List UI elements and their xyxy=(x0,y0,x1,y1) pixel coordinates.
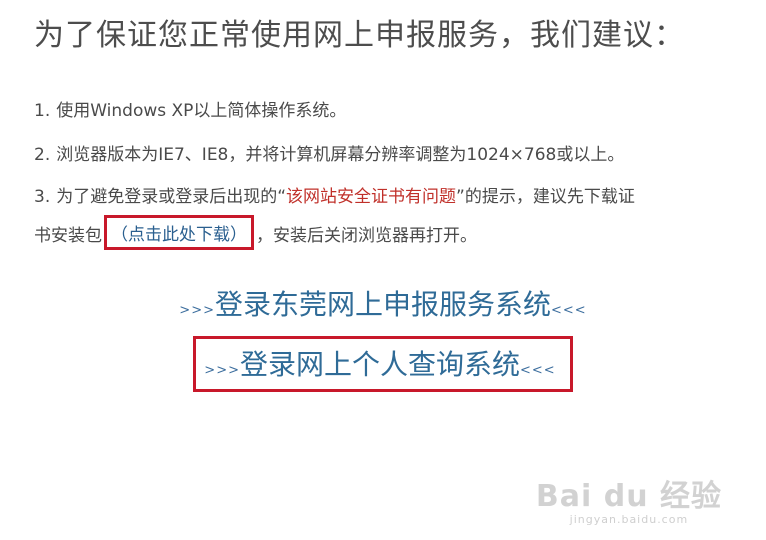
watermark-logo: Bai du 经验 xyxy=(535,479,722,514)
arrow-right-decoration: <<< xyxy=(520,363,556,378)
item-text: 浏览器版本为IE7、IE8，并将计算机屏幕分辨率调整为1024×768或以上。 xyxy=(56,145,625,165)
personal-query-system-link-label: 登录网上个人查询系统 xyxy=(239,348,520,381)
item-number: 2. xyxy=(34,145,51,165)
item-text: 书安装包 xyxy=(34,226,102,246)
instruction-item-3-line2: 书安装包 （点击此处下载） ，安装后关闭浏览器再打开。 xyxy=(34,215,477,251)
personal-query-link-row: >>>登录网上个人查询系统<<< xyxy=(0,336,766,392)
declaration-system-link[interactable]: >>>登录东莞网上申报服务系统<<< xyxy=(179,288,587,321)
item-text: 为了避免登录或登录后出现的 xyxy=(56,187,278,207)
quote-open: “ xyxy=(277,187,287,207)
quote-close: ” xyxy=(456,187,465,207)
arrow-right-decoration: <<< xyxy=(551,303,587,318)
instruction-item-3: 3. 为了避免登录或登录后出现的“该网站安全证书有问题”的提示，建议先下载证 xyxy=(34,182,635,207)
declaration-system-link-row: >>>登录东莞网上申报服务系统<<< xyxy=(0,283,766,323)
certificate-download-link[interactable]: （点击此处下载） xyxy=(104,215,254,250)
arrow-left-decoration: >>> xyxy=(204,363,240,378)
item-number: 1. xyxy=(34,101,51,121)
arrow-left-decoration: >>> xyxy=(179,303,215,318)
baidu-jingyan-watermark: Bai du 经验 jingyan.baidu.com xyxy=(536,471,722,526)
declaration-system-link-label: 登录东莞网上申报服务系统 xyxy=(214,288,551,321)
item-number: 3. xyxy=(34,187,51,207)
personal-query-system-link[interactable]: >>>登录网上个人查询系统<<< xyxy=(193,336,573,392)
instruction-item-2: 2. 浏览器版本为IE7、IE8，并将计算机屏幕分辨率调整为1024×768或以上… xyxy=(34,140,624,165)
item-text: 使用Windows XP以上简体操作系统。 xyxy=(56,101,347,121)
page-heading: 为了保证您正常使用网上申报服务，我们建议： xyxy=(34,18,685,53)
certificate-warning-text: 该网站安全证书有问题 xyxy=(286,187,457,207)
item-text: ，安装后关闭浏览器再打开。 xyxy=(256,226,477,246)
instruction-item-1: 1. 使用Windows XP以上简体操作系统。 xyxy=(34,96,346,121)
item-text: 的提示，建议先下载证 xyxy=(464,187,635,207)
